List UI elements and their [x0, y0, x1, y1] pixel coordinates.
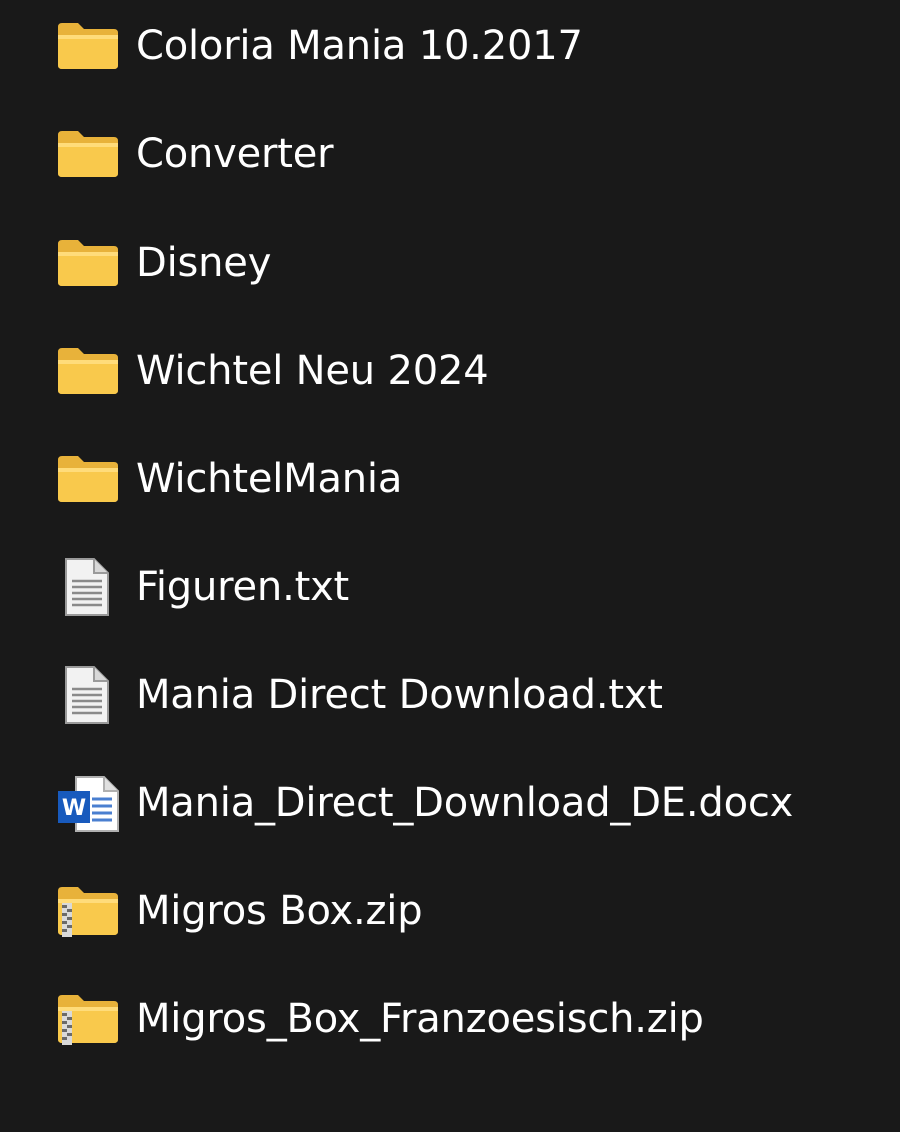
item-name: Converter — [136, 131, 334, 177]
text-file-icon — [56, 665, 122, 725]
item-name: WichtelMania — [136, 456, 403, 502]
list-item-figuren-txt[interactable]: Figuren.txt — [56, 551, 876, 623]
item-name: Coloria Mania 10.2017 — [136, 23, 583, 69]
list-item-migros-box-zip[interactable]: Migros Box.zip — [56, 875, 876, 947]
item-name: Disney — [136, 240, 272, 286]
item-name: Figuren.txt — [136, 564, 350, 610]
item-name: Migros Box.zip — [136, 888, 423, 934]
list-item-wichtelmania[interactable]: WichtelMania — [56, 443, 876, 515]
svg-text:W: W — [62, 796, 86, 821]
folder-icon — [56, 341, 122, 401]
item-name: Mania Direct Download.txt — [136, 672, 663, 718]
item-name: Wichtel Neu 2024 — [136, 348, 489, 394]
folder-icon — [56, 449, 122, 509]
list-item-mania-direct-download-txt[interactable]: Mania Direct Download.txt — [56, 659, 876, 731]
folder-icon — [56, 124, 122, 184]
list-item-coloria-mania[interactable]: Coloria Mania 10.2017 — [56, 10, 876, 82]
list-item-disney[interactable]: Disney — [56, 227, 876, 299]
list-item-wichtel-neu-2024[interactable]: Wichtel Neu 2024 — [56, 335, 876, 407]
folder-icon — [56, 16, 122, 76]
folder-icon — [56, 233, 122, 293]
list-item-migros-box-franzoesisch-zip[interactable]: Migros_Box_Franzoesisch.zip — [56, 983, 876, 1055]
list-item-mania-direct-download-de-docx[interactable]: W Mania_Direct_Download_DE.docx — [56, 767, 876, 839]
zip-folder-icon — [56, 989, 122, 1049]
word-document-icon: W — [56, 773, 122, 833]
item-name: Migros_Box_Franzoesisch.zip — [136, 996, 704, 1042]
item-name: Mania_Direct_Download_DE.docx — [136, 780, 794, 826]
list-item-converter[interactable]: Converter — [56, 118, 876, 190]
zip-folder-icon — [56, 881, 122, 941]
text-file-icon — [56, 557, 122, 617]
